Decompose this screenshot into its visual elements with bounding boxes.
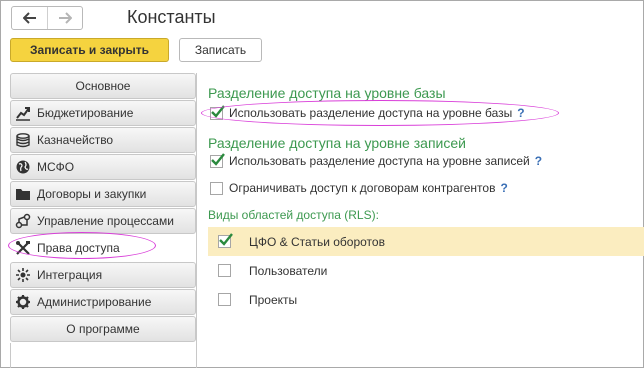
folder-icon: [15, 186, 31, 202]
sidebar-item-budgeting[interactable]: Бюджетирование: [10, 100, 196, 126]
sidebar-item-label: О программе: [66, 322, 140, 336]
sidebar-item-label: Управление процессами: [37, 214, 174, 228]
base-access-checkbox[interactable]: [210, 104, 225, 120]
records-access-row: Использовать разделение доступа на уровн…: [210, 152, 542, 168]
list-item[interactable]: Пользователи: [208, 256, 644, 285]
rls-checkbox[interactable]: [218, 264, 231, 277]
sidebar-item-administration[interactable]: Администрирование: [10, 289, 196, 315]
section-title-base: Разделение доступа на уровне базы: [208, 85, 446, 101]
help-icon[interactable]: ?: [517, 106, 524, 120]
save-button[interactable]: Записать: [179, 38, 262, 62]
rls-label: Виды областей доступа (RLS):: [208, 208, 379, 222]
section-title-records: Разделение доступа на уровне записей: [208, 135, 466, 151]
checkmark-icon: [219, 233, 233, 246]
help-icon[interactable]: ?: [535, 154, 542, 168]
base-access-label[interactable]: Использовать разделение доступа на уровн…: [229, 106, 512, 120]
gear-icon: [15, 294, 31, 310]
contracts-access-row: Ограничивать доступ к договорам контраге…: [210, 181, 508, 195]
back-button[interactable]: [12, 7, 47, 29]
checkmark-icon: [211, 152, 225, 166]
chart-up-icon: [15, 105, 31, 121]
sidebar-item-about[interactable]: О программе: [10, 316, 196, 342]
sidebar-item-label: Бюджетирование: [37, 106, 134, 120]
list-item-label: ЦФО & Статьи оборотов: [249, 234, 385, 249]
records-access-checkbox[interactable]: [210, 152, 225, 168]
records-access-label[interactable]: Использовать разделение доступа на уровн…: [229, 154, 530, 168]
integration-icon: [15, 267, 31, 283]
process-icon: [15, 213, 31, 229]
sidebar-tail: [10, 343, 196, 368]
sidebar-item-label: МСФО: [37, 160, 75, 174]
sidebar-item-process-management[interactable]: Управление процессами: [10, 208, 196, 234]
forward-button[interactable]: [47, 7, 82, 29]
rls-checkbox[interactable]: [218, 233, 233, 248]
arrow-left-icon: [22, 12, 36, 24]
coins-icon: [15, 132, 31, 148]
content-divider: [196, 73, 197, 368]
sidebar-item-main[interactable]: Основное: [10, 73, 196, 99]
sidebar-item-treasury[interactable]: Казначейство: [10, 127, 196, 153]
list-item-label: Проекты: [249, 292, 298, 307]
sidebar-item-label: Администрирование: [37, 295, 152, 309]
list-item[interactable]: Проекты: [208, 285, 644, 314]
rls-checkbox[interactable]: [218, 293, 231, 306]
globe-icon: [15, 159, 31, 175]
contracts-access-label[interactable]: Ограничивать доступ к договорам контраге…: [229, 181, 495, 195]
tools-icon: [15, 240, 31, 256]
sidebar-item-label: Основное: [75, 79, 131, 93]
navigation-buttons: [11, 6, 83, 30]
help-icon[interactable]: ?: [500, 181, 507, 195]
sidebar-item-ifrs[interactable]: МСФО: [10, 154, 196, 180]
list-item[interactable]: ЦФО & Статьи оборотов: [208, 227, 644, 256]
sidebar-item-contracts[interactable]: Договоры и закупки: [10, 181, 196, 207]
sidebar-item-access-rights[interactable]: Права доступа: [10, 235, 196, 261]
arrow-right-icon: [59, 12, 72, 24]
page-title: Константы: [127, 7, 216, 27]
contracts-access-checkbox[interactable]: [210, 181, 223, 195]
list-item-label: Пользователи: [249, 263, 328, 278]
sidebar-item-label: Интеграция: [37, 268, 103, 282]
checkmark-icon: [211, 104, 225, 118]
save-and-close-button[interactable]: Записать и закрыть: [10, 38, 169, 62]
base-access-row: Использовать разделение доступа на уровн…: [210, 104, 525, 120]
sidebar-item-label: Права доступа: [37, 241, 120, 255]
sidebar-item-label: Договоры и закупки: [37, 187, 147, 201]
sidebar: Основное Бюджетирование Казначейство МСФ…: [8, 73, 196, 343]
rls-list: ЦФО & Статьи оборотов Пользователи Проек…: [208, 227, 644, 314]
sidebar-item-integration[interactable]: Интеграция: [10, 262, 196, 288]
sidebar-item-label: Казначейство: [37, 133, 114, 147]
